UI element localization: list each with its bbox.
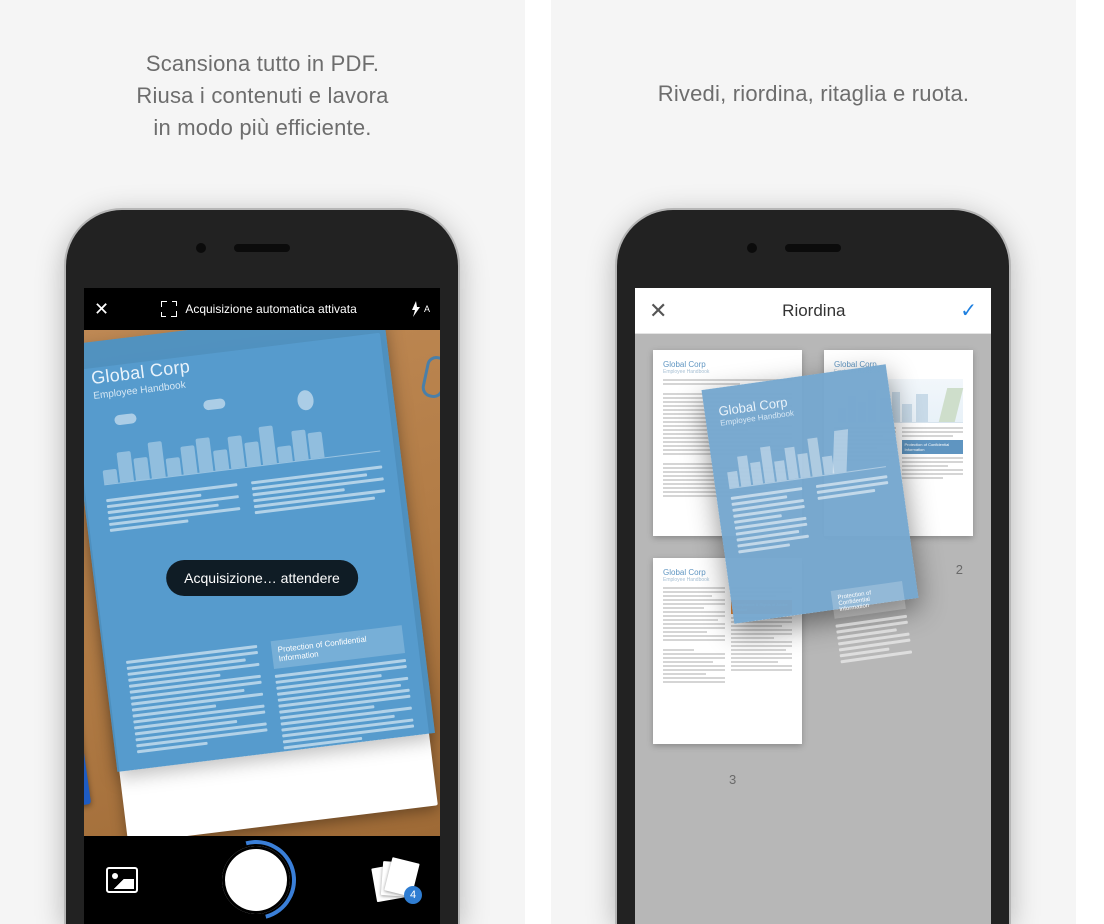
gallery-button[interactable] [106,867,138,893]
close-icon[interactable]: ✕ [94,299,109,320]
thumb-section-heading: Protection of Confidential Information [902,440,964,454]
phone-screen-scan: ✕ Acquisizione automatica attivata A Glo… [84,288,440,924]
detected-document-overlay: Global Corp Employee Handbook [84,330,435,772]
page-number-label: 2 [956,562,963,577]
page-number-label: 3 [729,772,736,787]
page-count-badge: 4 [404,886,422,904]
paperclip-graphic [420,354,440,400]
auto-capture-icon [161,301,177,317]
reorder-top-bar: ✕ Riordina ✓ [635,288,991,334]
captured-pages-button[interactable]: 4 [374,860,418,900]
capture-mode-toggle[interactable]: Acquisizione automatica attivata [119,301,399,317]
flash-mode-label: A [424,304,430,314]
screenshot-panel-reorder: Rivedi, riordina, ritaglia e ruota. ✕ Ri… [551,0,1076,924]
flash-toggle[interactable]: A [409,301,430,317]
promo-headline-right: Rivedi, riordina, ritaglia e ruota. [551,0,1076,110]
screen-title: Riordina [782,301,845,321]
page-grid[interactable]: Global Corp Employee Handbook Global Cor… [635,334,991,924]
shutter-button[interactable] [222,846,290,914]
promo-headline-left: Scansiona tutto in PDF. Riusa i contenut… [0,0,525,144]
confirm-button[interactable]: ✓ [960,298,977,323]
thumb-doc-title: Global Corp [663,360,792,369]
phone-frame-right: ✕ Riordina ✓ Global Corp Employee Handbo… [617,210,1009,924]
capture-status-toast: Acquisizione… attendere [166,560,358,596]
desk-pen-graphic [84,616,91,807]
scan-top-bar: ✕ Acquisizione automatica attivata A [84,288,440,330]
camera-viewfinder[interactable]: Global Corp Employee Handbook [84,330,440,836]
screenshot-panel-scan: Scansiona tutto in PDF. Riusa i contenut… [0,0,525,924]
thumb-doc-subtitle: Employee Handbook [663,369,792,375]
close-icon[interactable]: ✕ [649,298,667,324]
camera-bottom-bar: 4 [84,836,440,924]
page-thumbnail-dragging[interactable]: Global Corp Employee Handbook [701,364,918,624]
phone-frame-left: ✕ Acquisizione automatica attivata A Glo… [66,210,458,924]
capture-mode-label: Acquisizione automatica attivata [185,302,356,316]
phone-screen-reorder: ✕ Riordina ✓ Global Corp Employee Handbo… [635,288,991,924]
